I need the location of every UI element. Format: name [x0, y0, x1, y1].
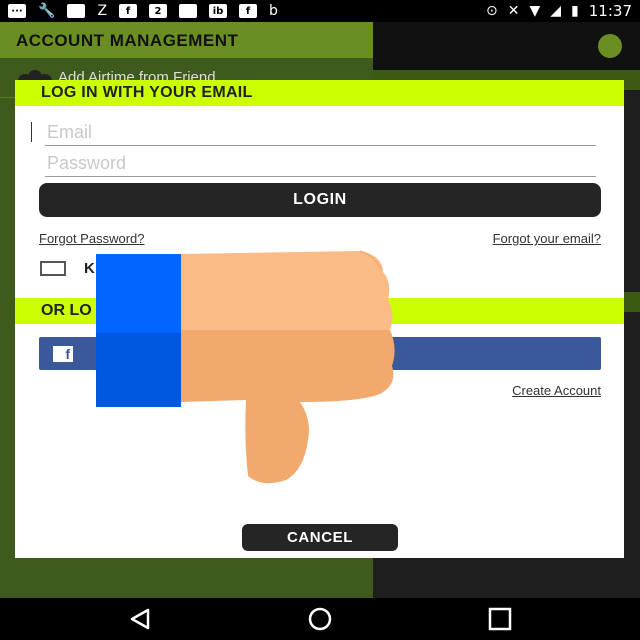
home-icon[interactable] — [306, 606, 334, 632]
phone-message-icon — [179, 4, 198, 18]
sync-icon: ⊙ — [486, 3, 498, 19]
clock: 11:37 — [588, 2, 632, 20]
cancel-button[interactable]: CANCEL — [242, 524, 398, 551]
chat-icon — [67, 4, 86, 18]
navigation-bar — [0, 598, 640, 640]
messages-icon: ··· — [8, 4, 26, 18]
app-bar — [373, 22, 640, 70]
notification-icon: 2 — [149, 4, 168, 18]
zillow-icon: Z — [97, 3, 108, 19]
facebook-login-button[interactable]: f ook — [39, 337, 601, 370]
or-login-section-title: OR LO — [15, 298, 624, 324]
support-agent-icon[interactable] — [598, 34, 622, 58]
email-section-title: LOG IN WITH YOUR EMAIL — [15, 80, 624, 106]
recents-icon[interactable] — [486, 606, 514, 632]
forgot-password-link[interactable]: Forgot Password? — [39, 231, 145, 246]
status-bar: ··· 🔧 Z f 2 ib f b ⊙ ✕ ▼ ◢ ▮ 11:37 — [0, 0, 640, 22]
drawer-title: ACCOUNT MANAGEMENT — [0, 22, 373, 58]
email-input[interactable] — [45, 120, 596, 144]
system-icons: ⊙ ✕ ▼ ◢ ▮ 11:37 — [486, 2, 632, 20]
create-account-link[interactable]: Create Account — [512, 383, 601, 398]
cell-signal-icon: ◢ — [550, 3, 562, 19]
facebook-icon: f — [119, 4, 138, 18]
ib-icon: ib — [209, 4, 228, 18]
facebook-login-label: ook — [305, 344, 335, 361]
checkbox-label: K — [84, 260, 95, 277]
notification-icons: ··· 🔧 Z f 2 ib f b — [8, 4, 278, 18]
login-button[interactable]: LOGIN — [39, 183, 601, 217]
wifi-icon: ▼ — [529, 3, 541, 19]
no-signal-icon: ✕ — [507, 3, 520, 19]
password-input[interactable] — [45, 151, 596, 175]
back-icon[interactable] — [126, 606, 154, 632]
password-field[interactable] — [45, 151, 596, 177]
forgot-email-link[interactable]: Forgot your email? — [493, 231, 601, 246]
wrench-icon: 🔧 — [38, 3, 56, 19]
keep-logged-in-checkbox[interactable] — [40, 261, 66, 276]
b-app-icon: b — [269, 3, 278, 19]
facebook-icon: f — [239, 4, 258, 18]
text-cursor — [31, 122, 32, 142]
battery-icon: ▮ — [571, 3, 579, 19]
login-dialog: LOG IN WITH YOUR EMAIL LOGIN Forgot Pass… — [15, 80, 624, 558]
email-field[interactable] — [45, 120, 596, 146]
